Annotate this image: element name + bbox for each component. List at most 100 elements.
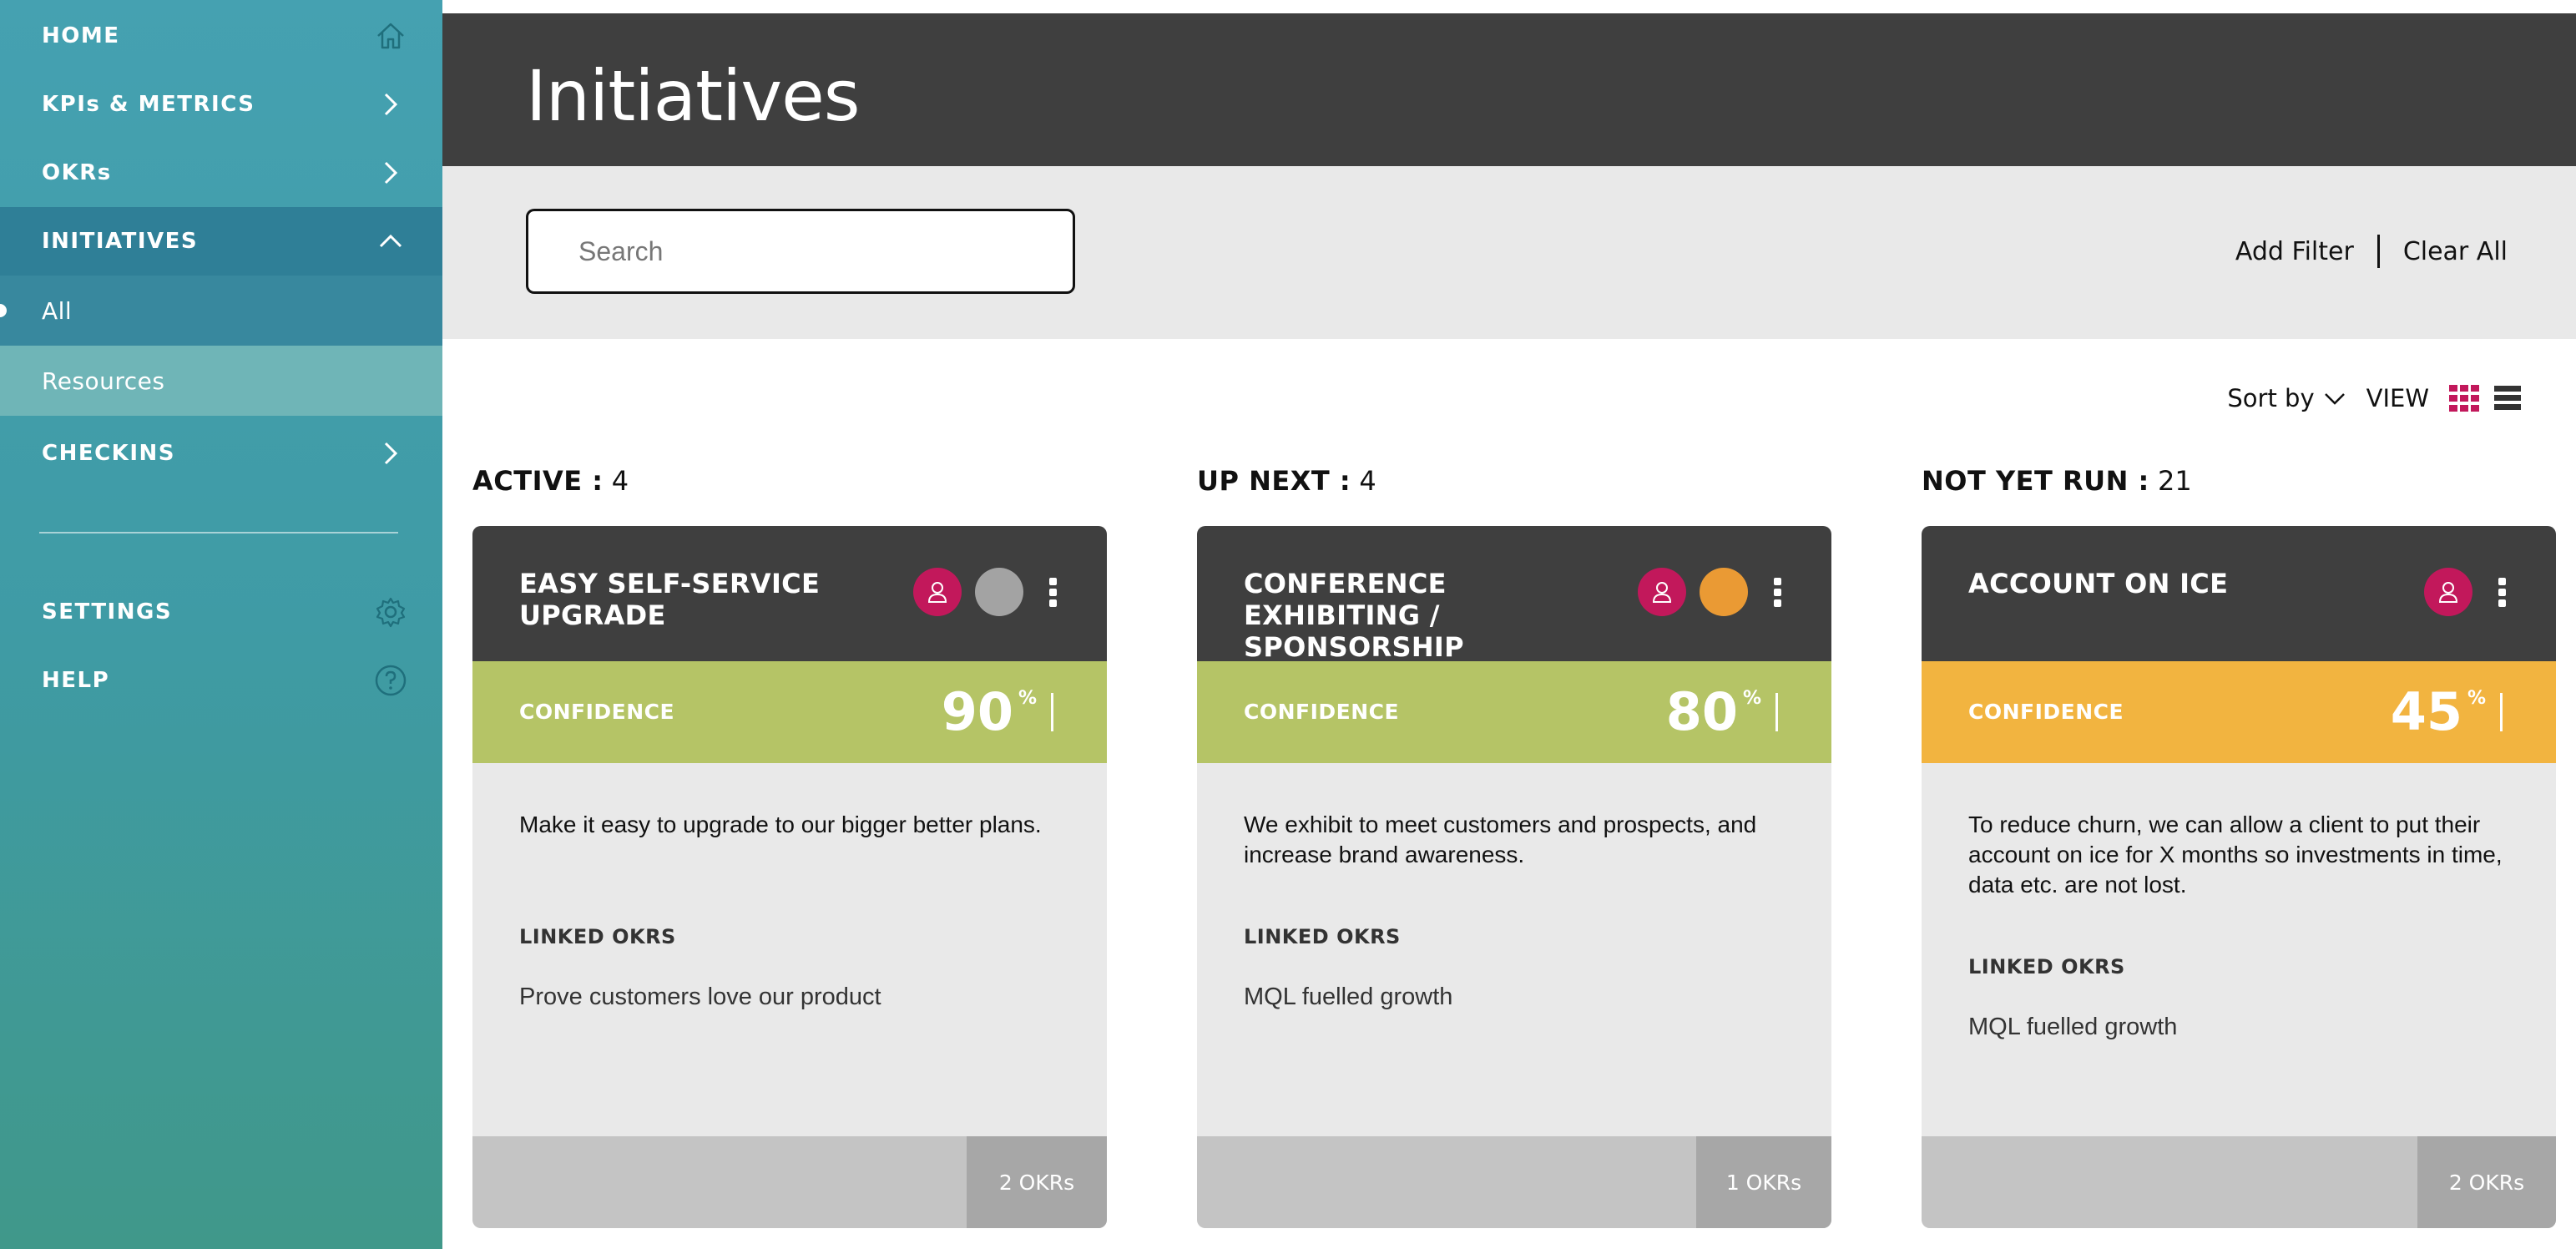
column-count: 4: [611, 465, 629, 497]
sidebar-subitem-label: All: [42, 296, 73, 325]
percent-sign: %: [1018, 688, 1037, 709]
card-description: Make it easy to upgrade to our bigger be…: [519, 812, 1042, 837]
chevron-right-icon: [372, 435, 409, 472]
column-heading-active: ACTIVE : 4: [472, 465, 629, 497]
card-header: ACCOUNT ON ICE: [1922, 526, 2556, 661]
owner-avatar-icon[interactable]: [1638, 568, 1686, 616]
search-input[interactable]: [526, 209, 1075, 294]
chevron-up-icon: [372, 223, 409, 260]
linked-okrs-label: LINKED OKRS: [1968, 955, 2125, 978]
okr-count-button[interactable]: 2 OKRs: [2417, 1136, 2556, 1228]
help-icon: [372, 662, 409, 699]
linked-okr-link[interactable]: MQL fuelled growth: [1968, 1014, 2177, 1041]
column-count: 21: [2157, 465, 2192, 497]
column-count: 4: [1359, 465, 1376, 497]
grid-view-icon[interactable]: [2449, 385, 2479, 412]
confidence-divider: [1775, 693, 1778, 731]
gear-icon: [372, 594, 409, 630]
chevron-down-icon: [2323, 390, 2346, 407]
sidebar-item-label: OKRs: [42, 160, 112, 185]
linked-okr-link[interactable]: MQL fuelled growth: [1244, 984, 1452, 1011]
card-footer: 1 OKRs: [1197, 1136, 1831, 1228]
sidebar-divider: [39, 532, 398, 533]
clear-all-button[interactable]: Clear All: [2403, 237, 2508, 266]
sidebar-item-label: HELP: [42, 668, 110, 693]
sidebar-item-home[interactable]: HOME: [0, 2, 442, 70]
sidebar-subitem-all[interactable]: All: [0, 276, 442, 346]
sidebar-item-label: KPIs & METRICS: [42, 92, 255, 117]
card-footer: 2 OKRs: [1922, 1136, 2556, 1228]
sort-by-label: Sort by: [2227, 384, 2315, 412]
column-label: NOT YET RUN :: [1922, 465, 2149, 497]
card-icons: [913, 568, 1060, 616]
owner-avatar-icon[interactable]: [913, 568, 962, 616]
column-label: UP NEXT :: [1197, 465, 1351, 497]
home-icon: [372, 18, 409, 54]
chevron-right-icon: [372, 86, 409, 123]
card-title: EASY SELF-SERVICE UPGRADE: [519, 568, 821, 631]
filter-actions: Add Filter Clear All: [2235, 235, 2508, 268]
status-dot: [975, 568, 1023, 616]
sidebar-item-okrs[interactable]: OKRs: [0, 139, 442, 207]
linked-okrs-label: LINKED OKRS: [519, 925, 676, 948]
sort-by-dropdown[interactable]: Sort by: [2227, 384, 2346, 412]
selected-indicator: [0, 304, 7, 317]
chevron-right-icon: [372, 154, 409, 191]
confidence-value: 90: [941, 681, 1013, 742]
confidence-label: CONFIDENCE: [1968, 700, 2124, 724]
filter-bar: Add Filter Clear All: [442, 166, 2576, 339]
percent-sign: %: [1742, 688, 1761, 709]
sidebar-item-help[interactable]: HELP: [0, 646, 442, 715]
confidence-band: CONFIDENCE 90 %: [472, 661, 1107, 763]
column-label: ACTIVE :: [472, 465, 604, 497]
linked-okr-link[interactable]: Prove customers love our product: [519, 984, 881, 1011]
percent-sign: %: [2467, 688, 2486, 709]
initiative-card[interactable]: EASY SELF-SERVICE UPGRADE CONFIDENCE 90 …: [472, 526, 1107, 1228]
confidence-divider: [2500, 693, 2503, 731]
confidence-label: CONFIDENCE: [519, 700, 675, 724]
column-heading-up-next: UP NEXT : 4: [1197, 465, 1376, 497]
sidebar-item-label: INITIATIVES: [42, 229, 199, 254]
confidence-band: CONFIDENCE 80 %: [1197, 661, 1831, 763]
add-filter-button[interactable]: Add Filter: [2235, 237, 2354, 266]
sidebar-subitem-resources[interactable]: Resources: [0, 346, 442, 416]
sidebar-item-label: SETTINGS: [42, 599, 173, 624]
okr-count-button[interactable]: 1 OKRs: [1696, 1136, 1831, 1228]
card-icons: [2424, 568, 2509, 616]
column-heading-not-yet-run: NOT YET RUN : 21: [1922, 465, 2192, 497]
confidence-label: CONFIDENCE: [1244, 700, 1400, 724]
sidebar-subitem-label: Resources: [42, 367, 165, 395]
view-label: VIEW: [2366, 384, 2429, 412]
linked-okrs-label: LINKED OKRS: [1244, 925, 1401, 948]
more-options-icon[interactable]: [1770, 576, 1785, 609]
page-title: Initiatives: [526, 55, 861, 137]
initiative-card[interactable]: CONFERENCE EXHIBITING / SPONSORSHIP CONF…: [1197, 526, 1831, 1228]
sidebar-item-checkins[interactable]: CHECKINS: [0, 419, 442, 488]
more-options-icon[interactable]: [1045, 576, 1060, 609]
sidebar-item-label: CHECKINS: [42, 441, 175, 466]
status-dot: [1700, 568, 1748, 616]
owner-avatar-icon[interactable]: [2424, 568, 2472, 616]
sort-view-bar: Sort by VIEW: [2227, 384, 2521, 412]
confidence-value: 45: [2390, 681, 2462, 742]
okr-count-button[interactable]: 2 OKRs: [967, 1136, 1107, 1228]
confidence-band: CONFIDENCE 45 %: [1922, 661, 2556, 763]
sidebar: HOME KPIs & METRICS OKRs INITIATIVES All…: [0, 0, 442, 1249]
card-title: CONFERENCE EXHIBITING / SPONSORSHIP: [1244, 568, 1464, 663]
card-description: We exhibit to meet customers and prospec…: [1244, 812, 1757, 867]
card-description: To reduce churn, we can allow a client t…: [1968, 812, 2503, 898]
confidence-divider: [1051, 693, 1053, 731]
sidebar-item-label: HOME: [42, 23, 120, 48]
initiative-card[interactable]: ACCOUNT ON ICE CONFIDENCE 45 % To reduce…: [1922, 526, 2556, 1228]
card-title: ACCOUNT ON ICE: [1968, 568, 2229, 599]
filter-separator: [2376, 235, 2380, 268]
card-footer: 2 OKRs: [472, 1136, 1107, 1228]
list-view-icon[interactable]: [2494, 386, 2521, 411]
sidebar-item-initiatives[interactable]: INITIATIVES: [0, 207, 442, 276]
card-icons: [1638, 568, 1785, 616]
sidebar-item-kpis-metrics[interactable]: KPIs & METRICS: [0, 70, 442, 139]
sidebar-item-settings[interactable]: SETTINGS: [0, 578, 442, 646]
more-options-icon[interactable]: [2494, 576, 2509, 609]
card-header: CONFERENCE EXHIBITING / SPONSORSHIP: [1197, 526, 1831, 663]
card-header: EASY SELF-SERVICE UPGRADE: [472, 526, 1107, 661]
